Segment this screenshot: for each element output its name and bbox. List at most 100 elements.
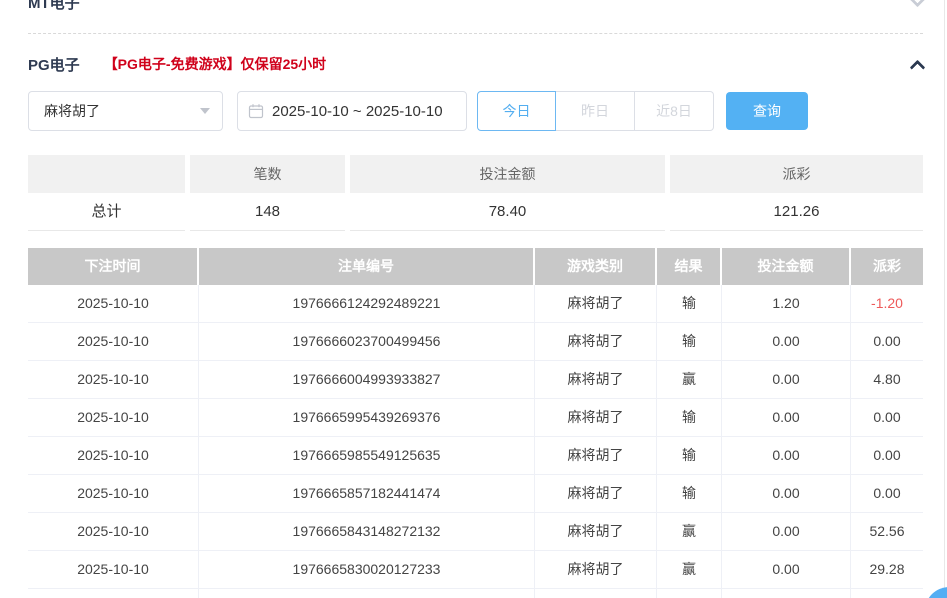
- cell-payout: 0.00: [851, 399, 923, 436]
- cell-result: 输: [657, 399, 722, 436]
- floating-action-button[interactable]: [925, 587, 947, 598]
- caret-down-icon: [200, 108, 210, 114]
- date-range-input[interactable]: 2025-10-10 ~ 2025-10-10: [237, 91, 467, 131]
- quick-range-button[interactable]: 昨日: [556, 91, 635, 131]
- summary-total-label: 总计: [28, 193, 185, 231]
- cell-bet-time: 2025-10-10: [28, 361, 199, 398]
- game-select-value: 麻将胡了: [44, 101, 100, 121]
- cell-order-no: 1976666124292489221: [199, 285, 535, 322]
- cell-game-type: 麻将胡了: [535, 437, 657, 474]
- cell-bet-amount: [722, 589, 851, 598]
- summary-header-bet: 投注金额: [350, 155, 665, 193]
- cell-order-no: 1976665985549125635: [199, 437, 535, 474]
- cell-payout: 29.28: [851, 551, 923, 588]
- table-row: [28, 589, 923, 598]
- cell-bet-time: [28, 589, 199, 598]
- date-range-value: 2025-10-10 ~ 2025-10-10: [272, 103, 443, 120]
- cell-result: 输: [657, 323, 722, 360]
- cell-result: 输: [657, 437, 722, 474]
- chevron-up-icon[interactable]: [910, 59, 926, 75]
- chevron-down-icon[interactable]: [910, 0, 926, 7]
- section-mt-title: MT电子: [28, 0, 80, 13]
- cell-bet-amount: 1.20: [722, 285, 851, 322]
- cell-result: 赢: [657, 513, 722, 550]
- cell-game-type: 麻将胡了: [535, 475, 657, 512]
- cell-bet-amount: 0.00: [722, 323, 851, 360]
- cell-game-type: 麻将胡了: [535, 551, 657, 588]
- table-header-row: 下注时间 注单编号 游戏类别 结果 投注金额 派彩: [28, 248, 923, 285]
- cell-bet-amount: 0.00: [722, 475, 851, 512]
- col-header-bet-time: 下注时间: [28, 248, 199, 285]
- section-pg-header[interactable]: PG电子 【PG电子-免费游戏】仅保留25小时: [28, 52, 923, 76]
- summary-total-count: 148: [190, 193, 345, 231]
- cell-game-type: 麻将胡了: [535, 513, 657, 550]
- quick-range-button[interactable]: 近8日: [635, 91, 714, 131]
- cell-bet-amount: 0.00: [722, 437, 851, 474]
- cell-order-no: 1976666004993933827: [199, 361, 535, 398]
- cell-order-no: 1976665995439269376: [199, 399, 535, 436]
- cell-game-type: 麻将胡了: [535, 399, 657, 436]
- table-row: 2025-10-10 1976665843148272132 麻将胡了 赢 0.…: [28, 513, 923, 551]
- summary-header-empty: [28, 155, 185, 193]
- cell-payout: 4.80: [851, 361, 923, 398]
- table-row: 2025-10-10 1976665830020127233 麻将胡了 赢 0.…: [28, 551, 923, 589]
- summary-total-bet: 78.40: [350, 193, 665, 231]
- cell-bet-time: 2025-10-10: [28, 323, 199, 360]
- table-row: 2025-10-10 1976666124292489221 麻将胡了 输 1.…: [28, 285, 923, 323]
- section-divider: [28, 33, 923, 34]
- section-pg-notice: 【PG电子-免费游戏】仅保留25小时: [104, 54, 326, 74]
- col-header-game-type: 游戏类别: [535, 248, 657, 285]
- cell-result: 赢: [657, 551, 722, 588]
- bet-records-table: 下注时间 注单编号 游戏类别 结果 投注金额 派彩 2025-10-10 197…: [28, 248, 923, 598]
- cell-payout: -1.20: [851, 285, 923, 322]
- game-select[interactable]: 麻将胡了: [28, 91, 223, 131]
- section-mt[interactable]: MT电子: [28, 0, 923, 13]
- search-button[interactable]: 查询: [726, 92, 808, 130]
- cell-order-no: 1976665843148272132: [199, 513, 535, 550]
- cell-bet-time: 2025-10-10: [28, 551, 199, 588]
- quick-range-button[interactable]: 今日: [477, 91, 556, 131]
- cell-bet-time: 2025-10-10: [28, 437, 199, 474]
- cell-bet-time: 2025-10-10: [28, 513, 199, 550]
- cell-result: 输: [657, 475, 722, 512]
- cell-order-no: 1976666023700499456: [199, 323, 535, 360]
- cell-payout: 0.00: [851, 323, 923, 360]
- summary-header-row: 笔数 投注金额 派彩: [28, 155, 923, 193]
- cell-bet-amount: 0.00: [722, 513, 851, 550]
- cell-game-type: 麻将胡了: [535, 285, 657, 322]
- cell-bet-time: 2025-10-10: [28, 399, 199, 436]
- table-body: 2025-10-10 1976666124292489221 麻将胡了 输 1.…: [28, 285, 923, 598]
- cell-game-type: 麻将胡了: [535, 361, 657, 398]
- scroll-edge-divider: [944, 0, 945, 598]
- summary-header-payout: 派彩: [670, 155, 923, 193]
- summary-header-count: 笔数: [190, 155, 345, 193]
- col-header-result: 结果: [657, 248, 722, 285]
- summary-total-payout: 121.26: [670, 193, 923, 231]
- filter-bar: 麻将胡了 2025-10-10 ~ 2025-10-10 今日昨日近8日 查询: [28, 91, 808, 131]
- bet-records-page: MT电子 PG电子 【PG电子-免费游戏】仅保留25小时 麻将胡了 2025-1…: [0, 0, 947, 598]
- cell-bet-amount: 0.00: [722, 551, 851, 588]
- col-header-bet-amount: 投注金额: [722, 248, 851, 285]
- quick-range-group: 今日昨日近8日: [477, 91, 714, 131]
- cell-order-no: [199, 589, 535, 598]
- cell-order-no: 1976665830020127233: [199, 551, 535, 588]
- table-row: 2025-10-10 1976665857182441474 麻将胡了 输 0.…: [28, 475, 923, 513]
- cell-payout: [851, 589, 923, 598]
- cell-result: 输: [657, 285, 722, 322]
- cell-order-no: 1976665857182441474: [199, 475, 535, 512]
- col-header-order-no: 注单编号: [199, 248, 535, 285]
- summary-table: 笔数 投注金额 派彩 总计 148 78.40 121.26: [28, 155, 923, 231]
- cell-bet-amount: 0.00: [722, 361, 851, 398]
- table-row: 2025-10-10 1976665995439269376 麻将胡了 输 0.…: [28, 399, 923, 437]
- summary-total-row: 总计 148 78.40 121.26: [28, 193, 923, 231]
- cell-game-type: 麻将胡了: [535, 323, 657, 360]
- section-pg-title: PG电子: [28, 54, 80, 75]
- col-header-payout: 派彩: [851, 248, 923, 285]
- calendar-icon: [248, 103, 264, 119]
- cell-payout: 0.00: [851, 475, 923, 512]
- cell-result: 赢: [657, 361, 722, 398]
- cell-bet-time: 2025-10-10: [28, 475, 199, 512]
- cell-bet-amount: 0.00: [722, 399, 851, 436]
- cell-game-type: [535, 589, 657, 598]
- table-row: 2025-10-10 1976665985549125635 麻将胡了 输 0.…: [28, 437, 923, 475]
